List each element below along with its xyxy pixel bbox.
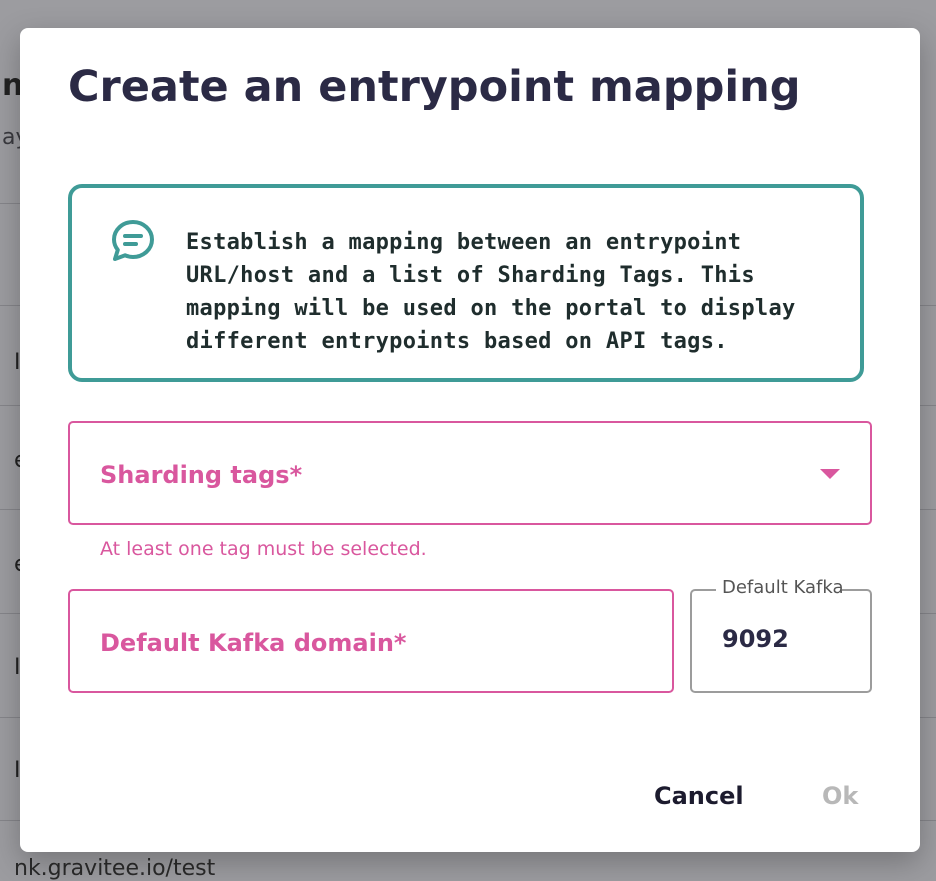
ok-button[interactable]: Ok: [822, 782, 858, 810]
sharding-tags-label: Sharding tags*: [100, 461, 303, 489]
info-banner: Establish a mapping between an entrypoin…: [68, 184, 864, 382]
kafka-port-label: Default Kafka port: [716, 577, 842, 598]
kafka-port-input[interactable]: [722, 625, 842, 653]
chat-message-icon: [110, 218, 156, 264]
sharding-tags-select[interactable]: Sharding tags*: [68, 421, 872, 525]
cancel-button[interactable]: Cancel: [654, 782, 744, 810]
create-entrypoint-mapping-dialog: Create an entrypoint mapping Establish a…: [20, 28, 920, 852]
background-url: nk.gravitee.io/test: [14, 856, 216, 881]
divider: [0, 203, 20, 204]
kafka-port-field[interactable]: Default Kafka port: [690, 577, 872, 693]
background-page-subtitle: ay: [2, 125, 22, 150]
kafka-domain-input[interactable]: Default Kafka domain*: [68, 589, 674, 693]
background-page-title: n: [2, 68, 22, 103]
dropdown-arrow-icon[interactable]: [820, 469, 840, 479]
kafka-domain-label: Default Kafka domain*: [100, 629, 407, 657]
sharding-tags-error: At least one tag must be selected.: [100, 538, 427, 560]
info-banner-text: Establish a mapping between an entrypoin…: [186, 230, 796, 354]
dialog-title: Create an entrypoint mapping: [68, 62, 801, 112]
